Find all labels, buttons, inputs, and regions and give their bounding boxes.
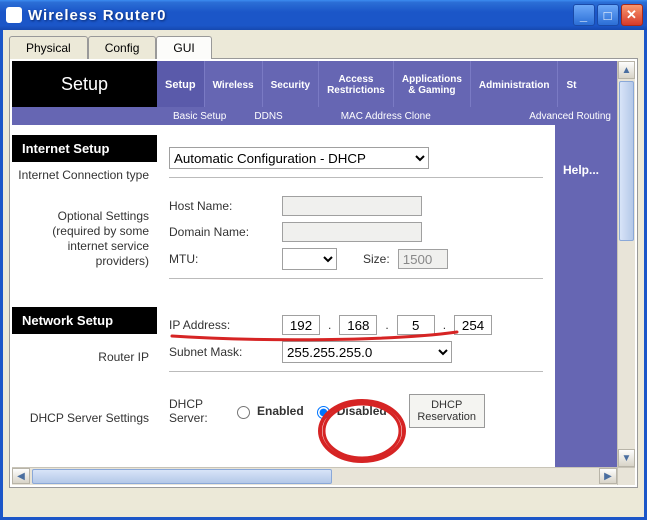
title-bar: Wireless Router0 _ □ ✕ xyxy=(0,0,647,30)
vertical-scrollbar[interactable]: ▲ ▼ xyxy=(617,61,635,467)
scroll-down-icon[interactable]: ▼ xyxy=(618,449,635,467)
nav-admin[interactable]: Administration xyxy=(471,61,559,107)
input-size[interactable] xyxy=(398,249,448,269)
subnav-ddns[interactable]: DDNS xyxy=(244,111,300,122)
label-domain: Domain Name: xyxy=(169,225,274,239)
subnav-mac[interactable]: MAC Address Clone xyxy=(301,111,449,122)
router-gui: Setup Setup Wireless Security Access Res… xyxy=(12,61,635,485)
horizontal-scrollbar[interactable]: ◀ ▶ xyxy=(12,467,617,485)
body-grid: Internet Setup Internet Connection type … xyxy=(12,125,635,467)
nav-wireless[interactable]: Wireless xyxy=(205,61,263,107)
scroll-up-icon[interactable]: ▲ xyxy=(618,61,635,79)
radio-disabled-wrap[interactable]: Disabled xyxy=(312,403,387,419)
app-icon xyxy=(6,7,22,23)
radio-enabled[interactable] xyxy=(237,406,250,419)
tab-config[interactable]: Config xyxy=(88,36,157,59)
label-enabled: Enabled xyxy=(257,404,304,418)
input-domain[interactable] xyxy=(282,222,422,242)
input-ip-2[interactable] xyxy=(339,315,377,335)
nav-access[interactable]: Access Restrictions xyxy=(319,61,394,107)
scrollbar-thumb-h[interactable] xyxy=(32,469,332,484)
select-mtu[interactable] xyxy=(282,248,337,270)
label-router-ip: Router IP xyxy=(12,344,157,365)
label-dhcp-settings: DHCP Server Settings xyxy=(12,405,157,426)
minimize-button[interactable]: _ xyxy=(573,4,595,26)
subnav-advrouting[interactable]: Advanced Routing xyxy=(519,111,629,122)
label-subnet: Subnet Mask: xyxy=(169,345,274,359)
select-subnet[interactable]: 255.255.255.0 xyxy=(282,341,452,363)
left-column: Internet Setup Internet Connection type … xyxy=(12,125,157,467)
nav-setup[interactable]: Setup xyxy=(157,61,205,107)
label-optional: Optional Settings (required by some inte… xyxy=(12,203,157,269)
page-title: Setup xyxy=(12,61,157,107)
input-ip-1[interactable] xyxy=(282,315,320,335)
tab-row: Physical Config GUI xyxy=(9,36,638,59)
window-buttons: _ □ ✕ xyxy=(573,4,643,26)
tab-gui[interactable]: GUI xyxy=(156,36,211,59)
label-size: Size: xyxy=(363,252,390,266)
tab-panel: Setup Setup Wireless Security Access Res… xyxy=(9,58,638,488)
scrollbar-thumb-v[interactable] xyxy=(619,81,634,241)
label-conn-type: Internet Connection type xyxy=(12,162,157,183)
label-ip: IP Address: xyxy=(169,318,274,332)
section-internet-setup: Internet Setup xyxy=(12,135,157,162)
tab-physical[interactable]: Physical xyxy=(9,36,88,59)
router-header: Setup Setup Wireless Security Access Res… xyxy=(12,61,635,107)
window-title: Wireless Router0 xyxy=(28,7,573,24)
section-network-setup: Network Setup xyxy=(12,307,157,334)
sub-nav: Basic Setup DDNS MAC Address Clone Advan… xyxy=(12,107,635,125)
maximize-button[interactable]: □ xyxy=(597,4,619,26)
input-hostname[interactable] xyxy=(282,196,422,216)
input-ip-3[interactable] xyxy=(397,315,435,335)
radio-disabled[interactable] xyxy=(317,406,330,419)
client-area: Physical Config GUI Setup Setup Wireless… xyxy=(0,30,647,520)
close-button[interactable]: ✕ xyxy=(621,4,643,26)
label-disabled: Disabled xyxy=(337,404,387,418)
main-nav: Setup Wireless Security Access Restricti… xyxy=(157,61,635,107)
input-ip-4[interactable] xyxy=(454,315,492,335)
nav-security[interactable]: Security xyxy=(263,61,319,107)
scrollbar-corner xyxy=(617,467,635,485)
select-conn-type[interactable]: Automatic Configuration - DHCP xyxy=(169,147,429,169)
scroll-right-icon[interactable]: ▶ xyxy=(599,468,617,484)
nav-apps[interactable]: Applications & Gaming xyxy=(394,61,471,107)
label-dhcp-server: DHCP Server: xyxy=(169,397,224,425)
scroll-left-icon[interactable]: ◀ xyxy=(12,468,30,484)
radio-enabled-wrap[interactable]: Enabled xyxy=(232,403,304,419)
label-hostname: Host Name: xyxy=(169,199,274,213)
center-column: Automatic Configuration - DHCP Host Name… xyxy=(157,125,555,467)
label-mtu: MTU: xyxy=(169,252,274,266)
nav-status[interactable]: St xyxy=(558,61,584,107)
subnav-basic[interactable]: Basic Setup xyxy=(163,111,244,122)
button-dhcp-reservation[interactable]: DHCP Reservation xyxy=(409,394,485,428)
